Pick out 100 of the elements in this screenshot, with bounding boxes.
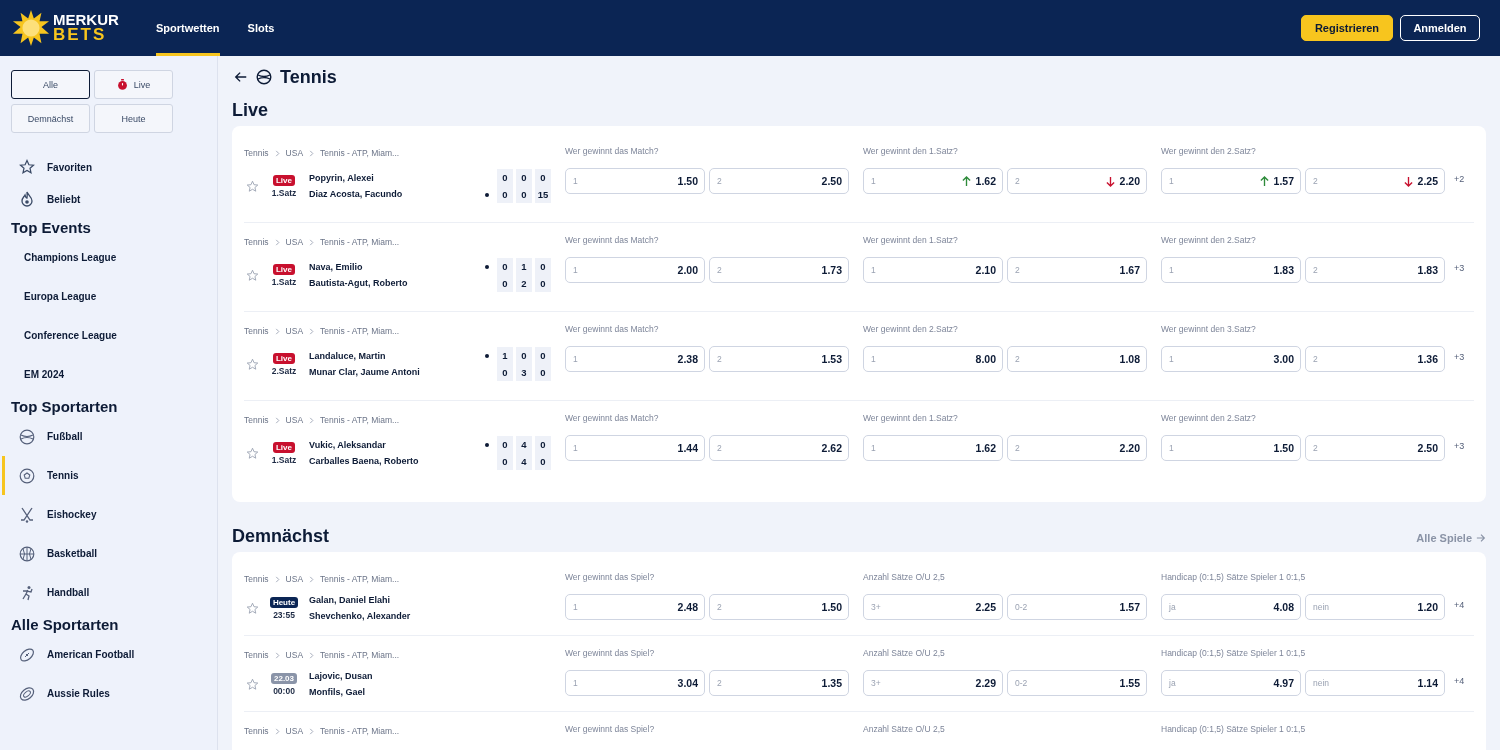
login-button[interactable]: Anmelden	[1400, 15, 1480, 41]
breadcrumb-link[interactable]: USA	[285, 326, 304, 336]
odds-button[interactable]: 1 2.00	[565, 257, 705, 283]
market-title: Handicap (0:1,5) Sätze Spieler 1 0:1,5	[1161, 724, 1307, 736]
breadcrumb-link[interactable]: Tennis	[244, 237, 269, 247]
sidebar-item[interactable]: Basketball	[2, 534, 217, 573]
filter-button[interactable]: Heute	[94, 104, 173, 133]
odds-button[interactable]: 1 3.04	[565, 670, 705, 696]
odds-button[interactable]: 1 1.62	[863, 435, 1003, 461]
odds-button[interactable]: 2 2.62	[709, 435, 849, 461]
status-badge: Live	[273, 174, 295, 186]
odds-button[interactable]: 1 3.00	[1161, 346, 1301, 372]
odds-button[interactable]: 1 2.48	[565, 594, 705, 620]
sidebar-item[interactable]: American Football	[2, 635, 217, 674]
odds-button[interactable]: 1 1.44	[565, 435, 705, 461]
odds-button[interactable]: ja 4.08	[1161, 594, 1301, 620]
odds-button[interactable]: 2 1.67	[1007, 257, 1147, 283]
odds-button[interactable]: 2 1.36	[1305, 346, 1445, 372]
star-icon[interactable]	[246, 357, 259, 371]
odds-button[interactable]: 2 2.20	[1007, 435, 1147, 461]
breadcrumb-link[interactable]: Tennis	[244, 650, 269, 660]
odds-button[interactable]: 0-2 1.57	[1007, 594, 1147, 620]
more-markets-link[interactable]: +3	[1454, 263, 1465, 311]
breadcrumb-link[interactable]: USA	[285, 574, 304, 584]
sidebar-item[interactable]: Aussie Rules	[2, 674, 217, 713]
breadcrumb-link[interactable]: Tennis - ATP, Miam...	[320, 415, 400, 425]
odds-button[interactable]: 1 8.00	[863, 346, 1003, 372]
odds-button[interactable]: 2 1.53	[709, 346, 849, 372]
odds-button[interactable]: 2 2.25	[1305, 168, 1445, 194]
back-arrow-icon[interactable]	[234, 70, 248, 84]
sidebar-item[interactable]: Beliebt	[2, 183, 217, 215]
odds-button[interactable]: 2 1.73	[709, 257, 849, 283]
sidebar-item[interactable]: Champions League	[2, 238, 217, 277]
breadcrumb-link[interactable]: USA	[285, 650, 304, 660]
odds-button[interactable]: 1 1.50	[1161, 435, 1301, 461]
filter-button[interactable]: Live	[94, 70, 173, 99]
nav-tab[interactable]: Slots	[247, 0, 275, 56]
odds-button[interactable]: 0-2 1.55	[1007, 670, 1147, 696]
odds-button[interactable]: 1 1.62	[863, 168, 1003, 194]
odds-button[interactable]: 2 1.35	[709, 670, 849, 696]
breadcrumb-link[interactable]: Tennis	[244, 415, 269, 425]
odds-button[interactable]: 2 2.50	[1305, 435, 1445, 461]
breadcrumb-link[interactable]: Tennis	[244, 726, 269, 736]
more-markets-link[interactable]: +4	[1454, 676, 1465, 711]
odds-button[interactable]: 3+ 2.29	[863, 670, 1003, 696]
sidebar-item[interactable]: Handball	[2, 573, 217, 612]
star-icon[interactable]	[246, 268, 259, 282]
breadcrumb-link[interactable]: Tennis - ATP, Miam...	[320, 726, 400, 736]
breadcrumb-link[interactable]: USA	[285, 415, 304, 425]
odds-button[interactable]: 3+ 2.25	[863, 594, 1003, 620]
breadcrumb-link[interactable]: USA	[285, 148, 304, 158]
arrow-down-icon	[1403, 175, 1413, 187]
score-cell: 0	[535, 169, 551, 186]
breadcrumb-link[interactable]: Tennis - ATP, Miam...	[320, 326, 400, 336]
sidebar-item[interactable]: EM 2024	[2, 355, 217, 394]
filter-button[interactable]: Alle	[11, 70, 90, 99]
breadcrumb-link[interactable]: Tennis - ATP, Miam...	[320, 650, 400, 660]
sidebar-item[interactable]: Conference League	[2, 316, 217, 355]
odds-button[interactable]: nein 1.14	[1305, 670, 1445, 696]
sidebar-item[interactable]: Favoriten	[2, 151, 217, 183]
breadcrumb-link[interactable]: USA	[285, 237, 304, 247]
star-icon[interactable]	[246, 446, 259, 460]
odds-button[interactable]: 2 2.50	[709, 168, 849, 194]
odds-button[interactable]: 1 1.57	[1161, 168, 1301, 194]
more-markets-link[interactable]: +4	[1454, 600, 1465, 635]
register-button[interactable]: Registrieren	[1301, 15, 1393, 41]
odds-button[interactable]: 1 1.50	[565, 168, 705, 194]
player-name: Monfils, Gael	[309, 687, 366, 697]
more-markets-link[interactable]: +3	[1454, 352, 1465, 400]
odds-button[interactable]: 1 2.38	[565, 346, 705, 372]
odds-button[interactable]: 2 1.08	[1007, 346, 1147, 372]
star-icon[interactable]	[246, 179, 259, 193]
breadcrumb-link[interactable]: Tennis	[244, 148, 269, 158]
market-title: Wer gewinnt den 2.Satz?	[863, 324, 959, 336]
odds-button[interactable]: 2 1.83	[1305, 257, 1445, 283]
odds-button[interactable]: 1 1.83	[1161, 257, 1301, 283]
odds-button[interactable]: 2 2.20	[1007, 168, 1147, 194]
more-markets-link[interactable]: +3	[1454, 441, 1465, 490]
logo[interactable]: MERKUR BETS	[12, 9, 156, 47]
sidebar-item[interactable]: Europa League	[2, 277, 217, 316]
filter-button[interactable]: Demnächst	[11, 104, 90, 133]
odds-button[interactable]: 1 2.10	[863, 257, 1003, 283]
breadcrumb-link[interactable]: Tennis - ATP, Miam...	[320, 574, 400, 584]
breadcrumb-link[interactable]: Tennis - ATP, Miam...	[320, 237, 400, 247]
breadcrumb-link[interactable]: Tennis	[244, 574, 269, 584]
sidebar-item[interactable]: Fußball	[2, 417, 217, 456]
star-icon[interactable]	[246, 601, 259, 615]
score-cell: 4	[516, 453, 532, 470]
breadcrumb-link[interactable]: Tennis	[244, 326, 269, 336]
breadcrumb-link[interactable]: Tennis - ATP, Miam...	[320, 148, 400, 158]
sidebar-item[interactable]: Tennis	[2, 456, 217, 495]
more-markets-link[interactable]: +2	[1454, 174, 1465, 222]
odds-button[interactable]: nein 1.20	[1305, 594, 1445, 620]
section-title: Top Sportarten	[11, 398, 119, 415]
breadcrumb-link[interactable]: USA	[285, 726, 304, 736]
odds-button[interactable]: ja 4.97	[1161, 670, 1301, 696]
sidebar-item[interactable]: Eishockey	[2, 495, 217, 534]
logo-text: BETS	[53, 27, 108, 44]
star-icon[interactable]	[246, 677, 259, 691]
odds-button[interactable]: 2 1.50	[709, 594, 849, 620]
